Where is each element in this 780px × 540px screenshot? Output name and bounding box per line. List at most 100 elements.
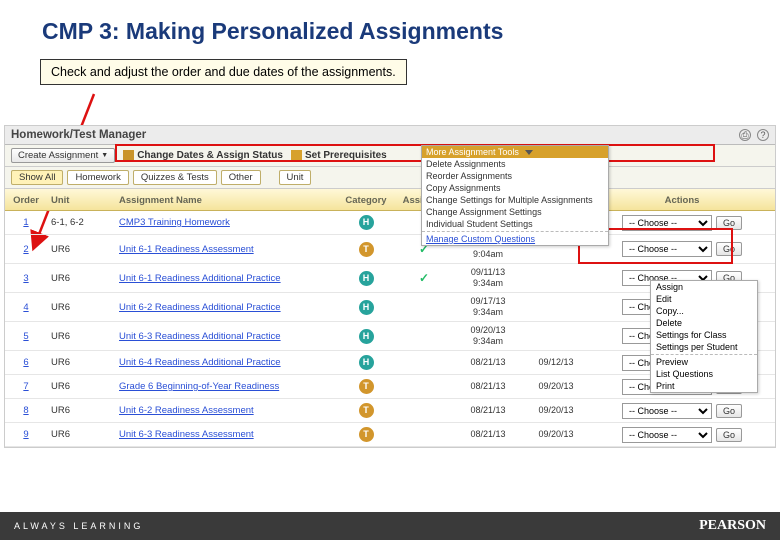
category-badge: T bbox=[359, 403, 374, 418]
ctx-delete[interactable]: Delete bbox=[651, 317, 757, 329]
unit-cell: UR6 bbox=[47, 270, 115, 287]
start-cell: 09/11/139:34am bbox=[453, 264, 523, 292]
print-icon[interactable]: ⎙ bbox=[739, 129, 751, 141]
assignment-name-link[interactable]: Unit 6-1 Readiness Assessment bbox=[119, 244, 254, 255]
category-badge: T bbox=[359, 379, 374, 394]
assignment-name-link[interactable]: CMP3 Training Homework bbox=[119, 217, 230, 228]
manage-custom-questions-link[interactable]: Manage Custom Questions bbox=[422, 233, 608, 245]
start-cell: 08/21/13 bbox=[453, 402, 523, 419]
footer-tagline: ALWAYS LEARNING bbox=[14, 521, 143, 531]
table-row: 8 UR6 Unit 6-2 Readiness Assessment T 08/21/… bbox=[5, 399, 775, 423]
pearson-logo: PEARSON bbox=[699, 518, 766, 534]
assignment-name-link[interactable]: Grade 6 Beginning-of-Year Readiness bbox=[119, 381, 279, 392]
col-category[interactable]: Category bbox=[337, 189, 395, 210]
category-badge: H bbox=[359, 355, 374, 370]
ctx-edit[interactable]: Edit bbox=[651, 293, 757, 305]
start-cell: 08/21/13 bbox=[453, 354, 523, 371]
order-link[interactable]: 2 bbox=[23, 244, 28, 255]
help-icon[interactable]: ? bbox=[757, 129, 769, 141]
ctx-copy[interactable]: Copy... bbox=[651, 305, 757, 317]
filter-toolbar: Show All Homework Quizzes & Tests Other … bbox=[5, 167, 775, 189]
assignment-name-link[interactable]: Unit 6-1 Readiness Additional Practice bbox=[119, 273, 281, 284]
due-cell bbox=[523, 246, 589, 252]
slide-footer: ALWAYS LEARNING PEARSON bbox=[0, 512, 780, 540]
unit-cell: UR6 bbox=[47, 402, 115, 419]
start-cell: 09/20/139:34am bbox=[453, 322, 523, 350]
create-assignment-button[interactable]: Create Assignment ▼ bbox=[11, 148, 115, 163]
col-name[interactable]: Assignment Name bbox=[115, 189, 337, 210]
menu-item[interactable]: Delete Assignments bbox=[422, 158, 608, 170]
menu-item[interactable]: Individual Student Settings bbox=[422, 218, 608, 230]
change-dates-link[interactable]: Change Dates & Assign Status bbox=[123, 150, 283, 161]
table-row: 2UR6Unit 6-1 Readiness AssessmentT✓09/09… bbox=[5, 235, 775, 264]
ctx-settings-class[interactable]: Settings for Class bbox=[651, 329, 757, 341]
order-link[interactable]: 9 bbox=[23, 429, 28, 440]
order-link[interactable]: 3 bbox=[23, 273, 28, 284]
order-link[interactable]: 6 bbox=[23, 357, 28, 368]
go-button[interactable]: Go bbox=[716, 428, 742, 442]
set-prerequisites-link[interactable]: Set Prerequisites bbox=[291, 150, 387, 161]
ctx-preview[interactable]: Preview bbox=[651, 356, 757, 368]
col-unit[interactable]: Unit bbox=[47, 189, 115, 210]
actions-select[interactable]: -- Choose -- bbox=[622, 215, 712, 231]
due-cell: 09/20/13 bbox=[523, 402, 589, 419]
order-link[interactable]: 8 bbox=[23, 405, 28, 416]
filter-show-all[interactable]: Show All bbox=[11, 170, 63, 185]
order-link[interactable]: 4 bbox=[23, 302, 28, 313]
category-badge: H bbox=[359, 215, 374, 230]
start-cell: 08/21/13 bbox=[453, 378, 523, 395]
category-badge: T bbox=[359, 427, 374, 442]
set-prerequisites-label: Set Prerequisites bbox=[305, 150, 387, 161]
filter-other[interactable]: Other bbox=[221, 170, 261, 185]
ctx-print[interactable]: Print bbox=[651, 380, 757, 392]
assignment-name-link[interactable]: Unit 6-2 Readiness Additional Practice bbox=[119, 302, 281, 313]
col-order[interactable]: Order bbox=[5, 189, 47, 210]
category-badge: H bbox=[359, 300, 374, 315]
menu-item[interactable]: Copy Assignments bbox=[422, 182, 608, 194]
due-cell bbox=[523, 275, 589, 281]
menu-item[interactable]: Reorder Assignments bbox=[422, 170, 608, 182]
filter-homework[interactable]: Homework bbox=[67, 170, 128, 185]
due-cell bbox=[523, 333, 589, 339]
filter-unit[interactable]: Unit bbox=[279, 170, 312, 185]
due-cell: 09/20/13 bbox=[523, 426, 589, 443]
start-cell: 09/17/139:34am bbox=[453, 293, 523, 321]
check-icon: ✓ bbox=[419, 271, 429, 285]
category-badge: T bbox=[359, 242, 374, 257]
go-button[interactable]: Go bbox=[716, 216, 742, 230]
menu-item[interactable]: Change Assignment Settings bbox=[422, 206, 608, 218]
instruction-callout: Check and adjust the order and due dates… bbox=[40, 59, 407, 85]
due-cell: 09/12/13 bbox=[523, 354, 589, 371]
unit-cell: UR6 bbox=[47, 378, 115, 395]
assignment-name-link[interactable]: Unit 6-4 Readiness Additional Practice bbox=[119, 357, 281, 368]
ctx-list-questions[interactable]: List Questions bbox=[651, 368, 757, 380]
ctx-settings-student[interactable]: Settings per Student bbox=[651, 341, 757, 353]
assignment-name-link[interactable]: Unit 6-3 Readiness Additional Practice bbox=[119, 331, 281, 342]
prerequisites-icon bbox=[291, 150, 302, 161]
filter-quizzes[interactable]: Quizzes & Tests bbox=[133, 170, 217, 185]
go-button[interactable]: Go bbox=[716, 242, 742, 256]
chevron-down-icon bbox=[525, 150, 533, 155]
order-link[interactable]: 5 bbox=[23, 331, 28, 342]
actions-select[interactable]: -- Choose -- bbox=[622, 427, 712, 443]
slide-title: CMP 3: Making Personalized Assignments bbox=[0, 0, 780, 55]
more-tools-label: More Assignment Tools bbox=[426, 147, 519, 157]
category-badge: H bbox=[359, 271, 374, 286]
start-cell: 08/21/13 bbox=[453, 426, 523, 443]
category-badge: H bbox=[359, 329, 374, 344]
change-dates-label: Change Dates & Assign Status bbox=[137, 150, 283, 161]
assignment-name-link[interactable]: Unit 6-3 Readiness Assessment bbox=[119, 429, 254, 440]
actions-select[interactable]: -- Choose -- bbox=[622, 403, 712, 419]
unit-cell: UR6 bbox=[47, 299, 115, 316]
unit-cell: 6-1, 6-2 bbox=[47, 214, 115, 231]
menu-item[interactable]: Change Settings for Multiple Assignments bbox=[422, 194, 608, 206]
order-link[interactable]: 7 bbox=[23, 381, 28, 392]
table-row: 9UR6Unit 6-3 Readiness AssessmentT08/21/… bbox=[5, 423, 775, 447]
assignment-name-link[interactable]: Unit 6-2 Readiness Assessment bbox=[119, 405, 254, 416]
more-tools-header[interactable]: More Assignment Tools bbox=[422, 146, 608, 158]
actions-select[interactable]: -- Choose -- bbox=[622, 241, 712, 257]
primary-toolbar: Create Assignment ▼ Change Dates & Assig… bbox=[5, 145, 775, 167]
ctx-assign[interactable]: Assign bbox=[651, 281, 757, 293]
order-link[interactable]: 1 bbox=[23, 217, 28, 228]
go-button[interactable]: Go bbox=[716, 404, 742, 418]
